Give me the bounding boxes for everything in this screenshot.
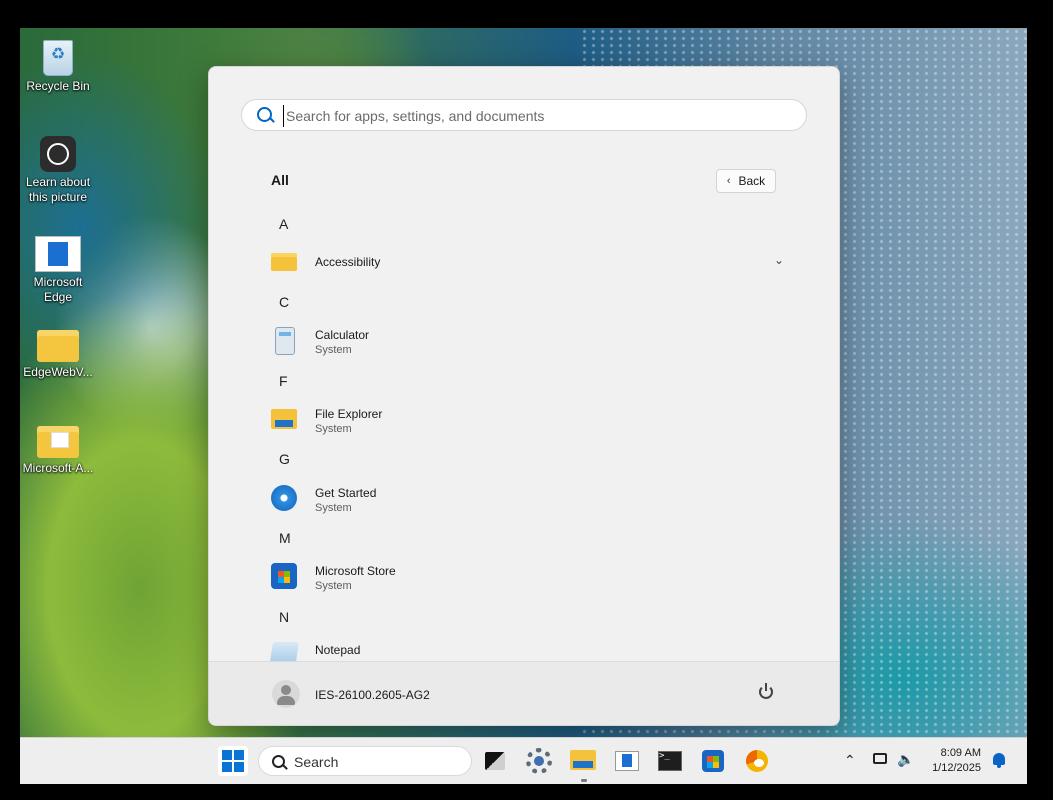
clock-time: 8:09 AM [940,747,981,759]
zip-folder-icon [37,426,79,458]
notepad-icon [269,642,299,661]
terminal-icon[interactable]: >_ [658,751,682,771]
user-name[interactable]: IES-26100.2605-AG2 [315,688,430,702]
taskbar: Search >_ ⌃ 🔈 8:09 AM 1/12/2025 [20,737,1027,784]
edge-canary-icon[interactable] [746,750,768,772]
desktop-screen: Recycle Bin Learn about this picture Mic… [20,28,1027,784]
store-icon[interactable] [702,750,724,772]
taskbar-clock[interactable]: 8:09 AM 1/12/2025 [925,746,981,776]
desktop-icon-label: Learn about this picture [25,175,91,204]
app-name: Accessibility [315,255,381,269]
windows-logo-icon [222,750,232,760]
chevron-down-icon[interactable]: ⌄ [774,253,784,267]
desktop-icon-label: Microsoft-A... [22,461,94,475]
app-item-file-explorer[interactable]: File Explorer System [264,400,784,440]
windows-logo-icon [222,762,232,772]
task-view-icon[interactable] [485,752,505,770]
app-subtitle: System [315,344,352,356]
settings-gear-icon[interactable] [526,748,552,774]
start-menu: All ‹ Back A Accessibility ⌄ C Calculato… [208,66,840,726]
app-item-accessibility[interactable]: Accessibility ⌄ [264,243,784,283]
all-apps-list: A Accessibility ⌄ C Calculator System F … [209,207,839,661]
edge-document-icon[interactable] [615,751,639,771]
letter-header-a[interactable]: A [279,216,288,232]
app-name: Calculator [315,328,370,342]
start-search-box[interactable] [241,99,807,131]
file-explorer-icon[interactable] [570,750,596,770]
search-icon [272,755,285,768]
back-button-label: Back [738,174,766,188]
desktop-icon-label: Microsoft Edge [33,275,83,304]
start-menu-footer: IES-26100.2605-AG2 [209,661,839,725]
volume-icon[interactable]: 🔈 [897,751,914,768]
desktop-icon-recycle-bin[interactable]: Recycle Bin [20,40,96,94]
taskbar-search-label: Search [294,754,339,770]
app-item-notepad[interactable]: Notepad [264,636,784,661]
calculator-icon [275,327,295,355]
app-subtitle: System [315,423,352,435]
desktop-icon-microsoft-edge[interactable]: Microsoft Edge [20,236,96,305]
windows-logo-icon [234,762,244,772]
folder-icon [37,330,79,362]
chevron-left-icon: ‹ [726,175,731,187]
app-item-calculator[interactable]: Calculator System [264,321,784,361]
letter-header-n[interactable]: N [279,609,289,625]
app-item-microsoft-store[interactable]: Microsoft Store System [264,557,784,597]
desktop-icon-edgewebview[interactable]: EdgeWebV... [20,330,96,380]
desktop-icon-learn-about-picture[interactable]: Learn about this picture [20,136,96,205]
letter-header-m[interactable]: M [279,530,291,546]
search-icon [257,107,272,122]
app-name: Notepad [315,643,361,657]
show-hidden-icons-chevron-up-icon[interactable]: ⌃ [844,752,856,769]
terminal-prompt-glyph: >_ [659,751,670,761]
file-explorer-icon [271,409,297,429]
app-subtitle: System [315,580,352,592]
app-name: File Explorer [315,407,383,421]
edge-shortcut-icon [35,236,81,272]
network-icon[interactable] [873,753,887,764]
start-button[interactable] [218,746,248,776]
letter-header-g[interactable]: G [279,451,290,467]
recycle-bin-icon [43,40,73,76]
app-name: Microsoft Store [315,564,396,578]
app-name: Get Started [315,486,377,500]
back-button[interactable]: ‹ Back [716,169,776,193]
taskbar-search[interactable]: Search [258,746,472,776]
desktop-icon-microsoft-a[interactable]: Microsoft-A... [20,426,96,476]
camera-info-icon [40,136,76,172]
start-search-input[interactable] [283,105,788,127]
running-app-indicator [581,779,587,782]
folder-icon [271,253,297,271]
app-item-get-started[interactable]: Get Started System [264,479,784,519]
windows-logo-icon [234,750,244,760]
letter-header-c[interactable]: C [279,294,289,310]
all-apps-heading: All [271,172,289,188]
get-started-icon [271,485,297,511]
clock-date: 1/12/2025 [932,762,981,774]
power-icon[interactable] [759,683,773,699]
notification-bell-icon[interactable] [993,753,1005,768]
desktop-icon-label: Recycle Bin [26,79,90,93]
desktop-icon-label: EdgeWebV... [23,365,93,379]
store-icon [271,563,297,589]
app-subtitle: System [315,502,352,514]
user-avatar-icon[interactable] [272,680,300,708]
letter-header-f[interactable]: F [279,373,288,389]
